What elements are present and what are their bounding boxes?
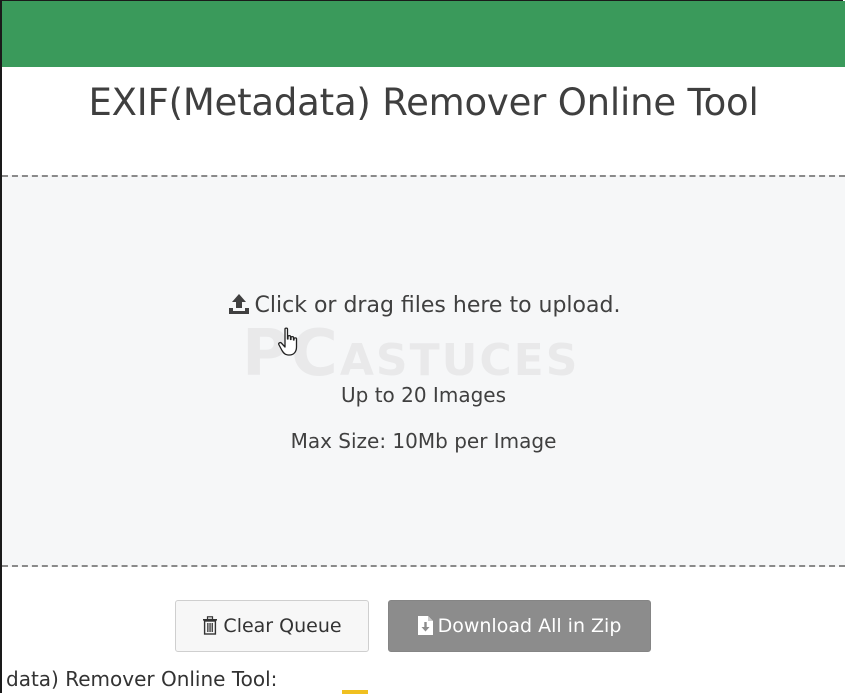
upload-limit-text: Up to 20 Images bbox=[341, 383, 506, 407]
clear-queue-button[interactable]: Clear Queue bbox=[175, 600, 369, 652]
section-heading-partial: data) Remover Online Tool: bbox=[6, 667, 278, 691]
upload-dropzone[interactable]: PCASTUCES Click or drag files here to up… bbox=[2, 175, 845, 567]
upload-prompt[interactable]: Click or drag files here to upload. bbox=[2, 293, 845, 321]
download-all-zip-label: Download All in Zip bbox=[437, 615, 622, 637]
hand-pointer-icon bbox=[277, 327, 301, 361]
clear-queue-label: Clear Queue bbox=[223, 615, 342, 637]
download-all-zip-button[interactable]: Download All in Zip bbox=[388, 600, 651, 652]
file-download-icon bbox=[417, 604, 433, 654]
trash-icon bbox=[202, 604, 218, 654]
max-size-text: Max Size: 10Mb per Image bbox=[290, 429, 557, 453]
upload-icon bbox=[227, 293, 251, 321]
app-window: EXIF(Metadata) Remover Online Tool PCAST… bbox=[0, 0, 845, 694]
page-title: EXIF(Metadata) Remover Online Tool bbox=[88, 81, 759, 124]
heading-highlight bbox=[342, 690, 368, 694]
upload-prompt-text: Click or drag files here to upload. bbox=[254, 293, 621, 318]
top-navigation-bar bbox=[2, 1, 845, 67]
